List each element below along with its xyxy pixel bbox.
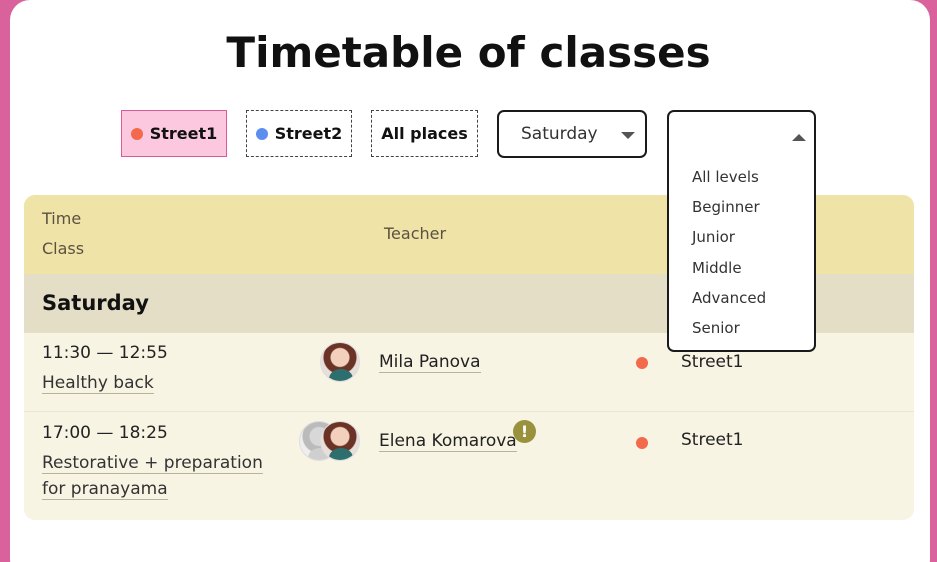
level-option-beginner[interactable]: Beginner xyxy=(692,196,766,226)
day-select-value: Saturday xyxy=(521,124,598,144)
place-color-dot xyxy=(636,357,648,369)
header-teacher: Teacher xyxy=(384,224,447,243)
filter-all-places-label: All places xyxy=(381,124,468,143)
level-select-dropdown[interactable]: All levels Beginner Junior Middle Advanc… xyxy=(667,110,816,352)
teacher-name-link[interactable]: Elena Komarova xyxy=(379,431,517,452)
header-class: Class xyxy=(42,239,85,258)
page-title: Timetable of classes xyxy=(226,28,711,77)
place-name: Street1 xyxy=(681,430,744,450)
filter-all-places-button[interactable]: All places xyxy=(371,110,478,157)
level-option-advanced[interactable]: Advanced xyxy=(692,287,766,317)
place-color-dot xyxy=(636,437,648,449)
teacher-avatar[interactable] xyxy=(320,421,360,461)
teacher-avatar[interactable] xyxy=(320,342,360,382)
day-select[interactable]: Saturday xyxy=(497,110,647,158)
level-option-junior[interactable]: Junior xyxy=(692,226,766,256)
class-time: 11:30 — 12:55 xyxy=(42,343,168,363)
header-time: Time xyxy=(42,209,82,228)
filter-street2-button[interactable]: Street2 xyxy=(246,110,352,157)
filter-street2-label: Street2 xyxy=(274,124,343,143)
street2-color-dot xyxy=(255,127,268,140)
teacher-name-link[interactable]: Mila Panova xyxy=(379,352,481,373)
place-name: Street1 xyxy=(681,352,744,372)
level-options-list: All levels Beginner Junior Middle Advanc… xyxy=(692,166,766,347)
filter-street1-label: Street1 xyxy=(149,124,218,143)
chevron-up-icon[interactable] xyxy=(792,134,806,141)
level-option-senior[interactable]: Senior xyxy=(692,317,766,347)
class-time: 17:00 — 18:25 xyxy=(42,423,168,443)
chevron-down-icon xyxy=(621,132,635,139)
level-option-all-levels[interactable]: All levels xyxy=(692,166,766,196)
level-option-middle[interactable]: Middle xyxy=(692,257,766,287)
class-name-link[interactable]: Restorative + preparation for pranayama xyxy=(42,450,282,502)
warning-icon[interactable]: ! xyxy=(513,420,536,443)
day-group-label: Saturday xyxy=(42,291,149,315)
street1-color-dot xyxy=(130,127,143,140)
table-row: 17:00 — 18:25 Restorative + preparation … xyxy=(24,413,914,520)
filter-street1-button[interactable]: Street1 xyxy=(121,110,227,157)
class-name-link[interactable]: Healthy back xyxy=(42,370,154,396)
